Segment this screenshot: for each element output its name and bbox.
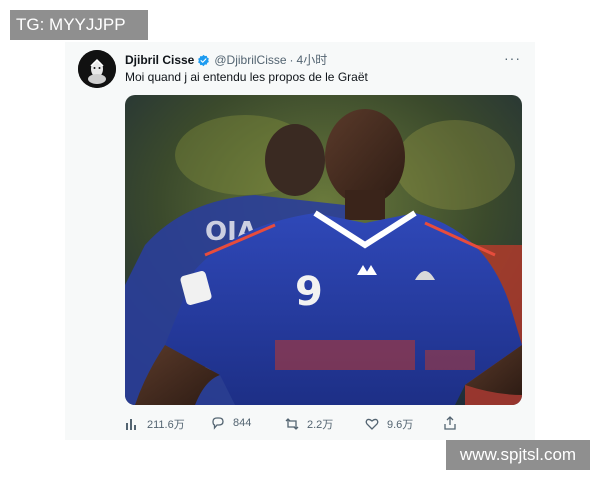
tweet-header: Djibril Cisse @DjibrilCisse · 4小时 (125, 50, 327, 70)
views-stat[interactable]: 211.6万 (125, 416, 185, 432)
jersey-number: 9 (295, 269, 323, 315)
retweet-button[interactable]: 2.2万 (285, 416, 333, 432)
like-count: 9.6万 (387, 419, 414, 431)
views-count: 211.6万 (147, 419, 185, 431)
watermark-top-left: TG: MYYJJPP (10, 10, 148, 40)
reply-button[interactable]: 844 (211, 416, 251, 430)
share-button[interactable] (443, 416, 465, 430)
share-icon (444, 416, 456, 430)
tweet-time[interactable]: 4小时 (297, 50, 328, 70)
more-options-button[interactable]: ··· (504, 50, 521, 66)
reply-count: 844 (233, 417, 252, 429)
tweet-media[interactable]: OIA 7 9 (125, 95, 522, 405)
avatar[interactable] (78, 50, 116, 88)
verified-badge-icon (198, 54, 210, 66)
retweet-count: 2.2万 (307, 419, 334, 431)
header-separator: · (289, 53, 294, 67)
author-handle[interactable]: @DjibrilCisse (214, 50, 286, 70)
heart-icon (365, 418, 379, 430)
tweet-actions: 211.6万 844 2.2万 9.6万 (125, 416, 456, 432)
analytics-icon (126, 419, 136, 430)
like-button[interactable]: 9.6万 (365, 416, 413, 432)
photo-footballer-icon: OIA 7 9 (125, 95, 522, 405)
tweet-card[interactable]: Djibril Cisse @DjibrilCisse · 4小时 ··· Mo… (65, 42, 535, 440)
watermark-bottom-right: www.spjtsl.com (446, 440, 590, 470)
reply-icon (212, 417, 224, 430)
tweet-text: Moi quand j ai entendu les propos de le … (125, 70, 368, 84)
retweet-icon (285, 418, 299, 430)
avatar-icon (78, 50, 116, 88)
author-name[interactable]: Djibril Cisse (125, 50, 194, 70)
